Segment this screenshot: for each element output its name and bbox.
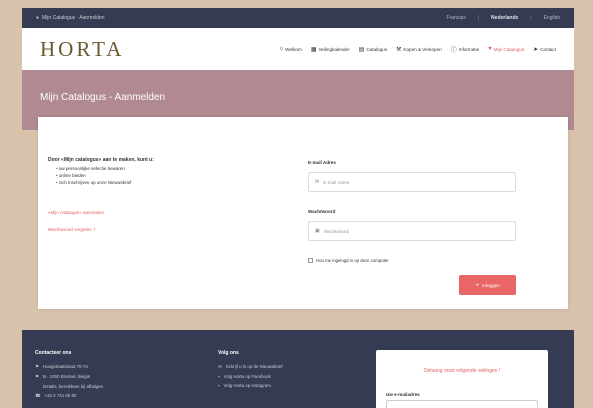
list-item: zich inschrijven op onze Nieuwsbrief <box>56 180 268 185</box>
main-nav: HORTA ⌂ Welkom ▦ Veilingkalender ▤ Catal… <box>22 28 574 70</box>
info-icon: ⓘ <box>450 47 457 54</box>
list-item[interactable]: ▪ Volg Horta op Facebook <box>218 374 283 379</box>
lang-francais[interactable]: Francais <box>447 15 466 21</box>
newsletter-email-input[interactable] <box>386 400 538 408</box>
heart-icon: ♥ <box>488 46 492 52</box>
user-icon: ● <box>36 15 40 21</box>
instagram-icon: ▪ <box>218 383 220 388</box>
lang-separator: | <box>530 15 532 21</box>
login-button-label: Inloggen <box>482 282 500 288</box>
list-item[interactable]: ✉ Schrijf u in op de Nieuwsbrief <box>218 364 283 370</box>
email-field[interactable]: ✉ E-mail Adres <box>308 172 516 192</box>
top-bar: ● Mijn Catalogus · Aanmelden Francais | … <box>22 8 574 28</box>
home-icon: ⌂ <box>279 46 284 52</box>
location-icon: ⚑ <box>35 374 39 379</box>
nav-item-mijn-catalogus[interactable]: ♥ Mijn Catalogus <box>488 45 524 54</box>
language-switcher: Francais | Nederlands | English <box>447 15 560 21</box>
follow-newsletter-link: Schrijf u in op de Nieuwsbrief <box>225 364 283 369</box>
calendar-icon: ▦ <box>310 46 317 53</box>
intro-block: Door «Mijn catalogus» aan te maken, kunt… <box>48 157 268 187</box>
nav-item-kopen-verkopen[interactable]: ⚒ Kopen & Verkopen <box>396 45 442 54</box>
nav-item-label: Kopen & Verkopen <box>403 46 442 52</box>
phone-icon: ☎ <box>35 393 41 398</box>
list-item: ⚑ B - 1000 Brussel, België <box>35 374 103 380</box>
remember-label: Hou me ingelogd in op deze computer <box>316 258 389 263</box>
password-field[interactable]: ▣ Wachtwoord <box>308 221 516 241</box>
logo[interactable]: HORTA <box>40 37 124 62</box>
remember-checkbox[interactable] <box>308 258 313 263</box>
top-bar-home-label: Mijn Catalogus · Aanmelden <box>42 15 105 21</box>
contact-note-line: Details, bereikbare bij afhalgen <box>43 384 104 389</box>
footer: Contacteer ons ⚑ Hoogstraatstraat 70-74 ⚑… <box>22 330 574 408</box>
list-item[interactable]: ▪ Volg Horta op Instagram <box>218 383 283 388</box>
list-item: uw persoonlijke selectie bewaren <box>56 166 268 171</box>
nav-item-label: Informatie <box>458 46 480 52</box>
login-icon: ➜ <box>475 282 480 287</box>
facebook-icon: ▪ <box>218 374 220 379</box>
footer-contact: Contacteer ons ⚑ Hoogstraatstraat 70-74 ⚑… <box>35 350 103 403</box>
list-item: Details, bereikbare bij afhalgen <box>35 384 103 389</box>
intro-heading: Door «Mijn catalogus» aan te maken, kunt… <box>48 157 154 163</box>
footer-contact-heading: Contacteer ons <box>35 350 72 356</box>
password-label: Wachtwoord <box>308 209 336 214</box>
follow-facebook-link: Volg Horta op Facebook <box>223 374 271 379</box>
nav-item-label: Contact <box>540 46 556 52</box>
lock-icon: ▣ <box>315 228 320 234</box>
send-icon: ➤ <box>533 46 539 53</box>
create-catalog-link[interactable]: «Mijn catalogus» aanmaken <box>48 210 104 215</box>
intro-list: uw persoonlijke selectie bewaren online … <box>48 166 268 185</box>
contact-phone: +32 2 741 60 60 <box>44 393 77 398</box>
nav-item-veilingkalender[interactable]: ▦ Veilingkalender <box>311 45 350 54</box>
lang-separator: | <box>477 15 480 21</box>
list-item[interactable]: ☎ +32 2 741 60 60 <box>35 393 103 399</box>
login-card: Door «Mijn catalogus» aan te maken, kunt… <box>38 117 568 309</box>
password-placeholder: Wachtwoord <box>323 228 350 234</box>
lang-english[interactable]: English <box>544 15 560 21</box>
nav-menu: ⌂ Welkom ▦ Veilingkalender ▤ Catalogus ⚒… <box>280 45 556 54</box>
newsletter-label: Uw e-mailadres <box>386 392 420 397</box>
login-button[interactable]: ➜ Inloggen <box>459 275 516 295</box>
page-title: Mijn Catalogus - Aanmelden <box>40 92 166 103</box>
contact-city-line: B - 1000 Brussel, België <box>42 374 91 379</box>
list-item: ⚑ Hoogstraatstraat 70-74 <box>35 364 103 370</box>
location-icon: ⚑ <box>35 364 39 369</box>
nav-item-contact[interactable]: ➤ Contact <box>533 45 556 54</box>
follow-instagram-link: Volg Horta op Instagram <box>223 383 271 388</box>
lang-nederlands[interactable]: Nederlands <box>491 15 518 21</box>
nav-item-informatie[interactable]: ⓘ Informatie <box>451 45 479 54</box>
email-label: E-mail Adres <box>308 160 336 165</box>
list-item: online bieden <box>56 173 268 178</box>
gavel-icon: ⚒ <box>396 46 402 53</box>
nav-item-label: Catalogus <box>366 46 388 52</box>
top-bar-user[interactable]: ● Mijn Catalogus · Aanmelden <box>36 15 105 21</box>
page-frame: ● Mijn Catalogus · Aanmelden Francais | … <box>0 0 593 408</box>
nav-item-label: Mijn Catalogus <box>493 46 525 52</box>
forgot-password-link[interactable]: Wachtwoord vergeten ? <box>48 227 95 232</box>
newsletter-title: Ontvang onze volgende veilingen ! <box>423 368 501 374</box>
email-placeholder: E-mail Adres <box>323 179 350 185</box>
envelope-icon: ✉ <box>315 179 320 185</box>
newsletter-box: Ontvang onze volgende veilingen ! Uw e-m… <box>376 350 548 408</box>
book-icon: ▤ <box>358 46 365 53</box>
footer-follow-heading: Volg ons <box>218 350 239 356</box>
nav-item-label: Welkom <box>285 46 302 52</box>
envelope-icon: ✉ <box>218 364 222 369</box>
contact-address-line: Hoogstraatstraat 70-74 <box>42 364 88 369</box>
nav-item-welkom[interactable]: ⌂ Welkom <box>280 45 302 54</box>
remember-me[interactable]: Hou me ingelogd in op deze computer <box>308 258 389 263</box>
nav-item-catalogus[interactable]: ▤ Catalogus <box>359 45 387 54</box>
footer-follow: Volg ons ✉ Schrijf u in op de Nieuwsbrief… <box>218 350 283 392</box>
nav-item-label: Veilingkalender <box>318 46 350 52</box>
